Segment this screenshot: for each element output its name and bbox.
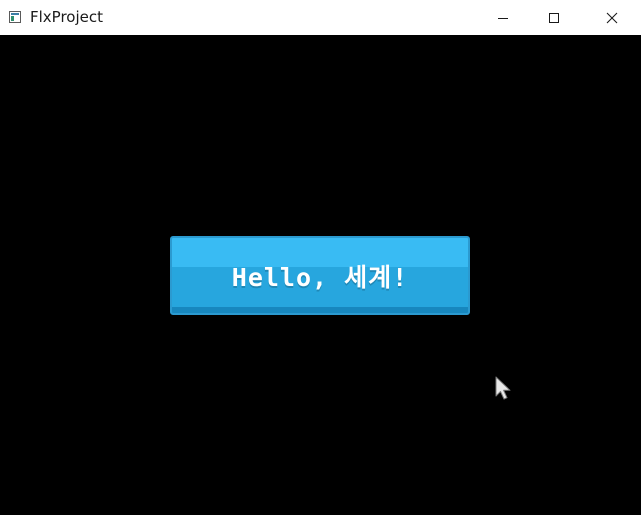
window-title: FlxProject <box>30 8 103 26</box>
hello-world-button-label: Hello, 세계! <box>231 262 409 292</box>
app-window-icon <box>9 11 21 23</box>
minimize-icon <box>498 17 508 19</box>
hello-world-button[interactable]: Hello, 세계! <box>170 236 470 315</box>
title-bar[interactable]: FlxProject <box>0 0 641 35</box>
minimize-button[interactable] <box>480 0 526 35</box>
maximize-icon <box>549 12 559 23</box>
close-icon <box>606 12 618 23</box>
game-canvas[interactable]: Hello, 세계! <box>0 35 641 515</box>
mouse-pointer-icon <box>495 376 511 400</box>
app-window: FlxProject Hello, 세계! <box>0 0 641 515</box>
maximize-button[interactable] <box>531 0 577 35</box>
close-button[interactable] <box>589 0 635 35</box>
